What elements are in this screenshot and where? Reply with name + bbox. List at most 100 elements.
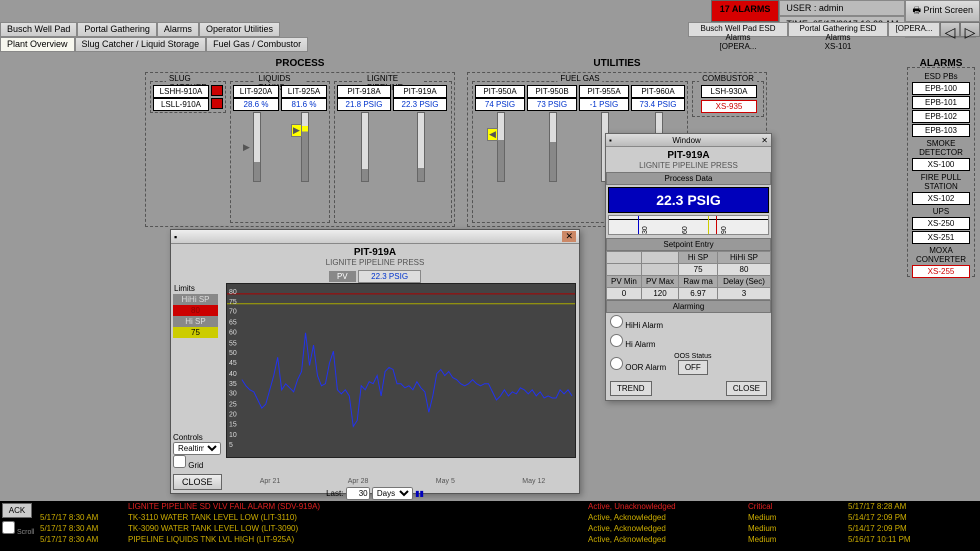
fuel-gas-label: FUEL GAS [557,74,602,83]
alarm-xs-255[interactable]: XS-255 [912,265,970,278]
tab-fuel-gas[interactable]: Fuel Gas / Combustor [206,37,308,52]
hihi-sp-input[interactable]: 80 [718,264,771,276]
svg-text:65: 65 [229,320,237,327]
ups-label: UPS [908,206,974,217]
chart-close-button[interactable]: CLOSE [173,474,222,490]
alarm-xs-100[interactable]: XS-100 [912,158,970,171]
tab-busch-well-pad[interactable]: Busch Well Pad [0,22,77,37]
hi-sp-label: Hi SP [173,316,218,327]
alarm-log-row[interactable]: 5/17/17 8:30 AMTK-3110 WATER TANK LEVEL … [0,512,980,523]
svg-text:20: 20 [229,411,237,418]
oos-toggle[interactable]: OFF [678,360,708,375]
tab-plant-overview[interactable]: Plant Overview [0,37,75,52]
svg-text:10: 10 [229,432,237,439]
process-title: PROCESS [145,56,455,71]
pit-close-button[interactable]: CLOSE [726,381,767,396]
hihi-sp-val[interactable]: 80 [173,305,218,316]
esd-tab-opera[interactable]: [OPERA... [888,22,940,37]
limits-label: Limits [173,283,218,294]
scroll-checkbox[interactable]: Scroll [2,521,34,536]
tag-pit-955a[interactable]: PIT-955A [579,85,629,98]
print-label: Print Screen [923,5,973,15]
tag-pit-950a[interactable]: PIT-950A [475,85,525,98]
nav-prev-button[interactable]: ◁ [940,22,960,37]
window-label: Window [672,136,700,145]
alarm-epb-103[interactable]: EPB-103 [912,124,970,137]
svg-text:25: 25 [229,402,237,409]
val-pit-960a: 73.4 PSIG [631,98,685,111]
alarm-epb-100[interactable]: EPB-100 [912,82,970,95]
oor-alarm-radio[interactable]: OOR Alarm [610,357,666,372]
pv-min-input[interactable]: 0 [607,288,642,300]
last-value-input[interactable] [346,487,370,500]
pv-value: 22.3 PSIG [358,270,421,283]
close-icon[interactable]: ✕ [562,231,576,242]
panel-close-icon[interactable]: ✕ [761,136,768,145]
val-pit-918a: 21.8 PSIG [337,98,391,111]
tag-pit-950b[interactable]: PIT-950B [527,85,577,98]
alarm-xs-251[interactable]: XS-251 [912,231,970,244]
hihi-alarm-radio[interactable]: HiHi Alarm [610,321,663,330]
hihi-sp-label: HiHi SP [173,294,218,305]
tag-lit-925a[interactable]: LIT-925A [281,85,327,98]
svg-text:35: 35 [229,381,237,388]
ack-button[interactable]: ACK [2,503,32,518]
tag-lsll-910a[interactable]: LSLL-910A [153,98,209,111]
alarm-count-button[interactable]: 17 ALARMS [711,0,780,22]
tag-lshh-910a[interactable]: LSHH-910A [153,85,209,98]
svg-text:80: 80 [229,289,237,296]
valve-icon-3: ◀ [487,128,498,141]
pit-faceplate: ▪ Window ✕ PIT-919A LIGNITE PIPELINE PRE… [605,133,772,401]
pit-subtitle: LIGNITE PIPELINE PRESS [606,161,771,172]
tab-alarms[interactable]: Alarms [157,22,199,37]
alarm-log-row[interactable]: 5/17/17 8:30 AMTK-3090 WATER TANK LEVEL … [0,523,980,534]
pit-value: 22.3 PSIG [608,187,769,213]
svg-text:50: 50 [229,350,237,357]
grid-checkbox[interactable]: Grid [173,461,203,470]
tag-lsh-930a[interactable]: LSH-930A [701,85,757,98]
pv-max-input[interactable]: 120 [641,288,678,300]
tag-lit-920a[interactable]: LIT-920A [233,85,279,98]
tag-pit-919a[interactable]: PIT-919A [393,85,447,98]
smoke-det-label: SMOKE DETECTOR [908,138,974,158]
last-unit-select[interactable]: Days [372,487,413,500]
esd-tab-portal[interactable]: Portal Gathering ESD AlarmsXS-101 [788,22,888,37]
x-tick: Apr 21 [260,478,281,485]
tag-pit-960a[interactable]: PIT-960A [631,85,685,98]
pause-icon[interactable]: ▮▮ [415,489,424,498]
svg-text:60: 60 [229,329,237,336]
val-pit-919a: 22.3 PSIG [393,98,447,111]
hi-sp-input[interactable]: 75 [679,264,718,276]
chart-plot[interactable]: 807570 656055 504540 353025 201510 5 [226,283,576,458]
val-pit-950b: 73 PSIG [527,98,577,111]
nav-next-button[interactable]: ▷ [960,22,980,37]
hi-alarm-radio[interactable]: Hi Alarm [610,340,655,349]
alarm-epb-101[interactable]: EPB-101 [912,96,970,109]
alarm-log-row[interactable]: 5/17/17 8:30 AMPIPELINE LIQUIDS TNK LVL … [0,534,980,545]
print-screen-button[interactable]: 🖶 Print Screen [905,0,980,22]
chart-subtitle: LIGNITE PIPELINE PRESS [171,258,579,269]
pv-label: PV [329,271,356,282]
trend-button[interactable]: TREND [610,381,652,396]
realtime-select[interactable]: Realtime [173,442,221,455]
svg-text:5: 5 [229,442,233,449]
svg-text:70: 70 [229,309,237,316]
tab-portal-gathering[interactable]: Portal Gathering [77,22,157,37]
flag-lshh-910a [211,85,223,96]
tab-slug-catcher[interactable]: Slug Catcher / Liquid Storage [75,37,207,52]
user-label: USER : admin [779,0,905,16]
pit-scale: 0 30 60 90 120 [608,215,769,235]
tag-xs-935[interactable]: XS-935 [701,100,757,113]
tab-operator-utilities[interactable]: Operator Utilities [199,22,280,37]
hi-sp-val[interactable]: 75 [173,327,218,338]
delay-input[interactable]: 3 [718,288,771,300]
alarm-epb-102[interactable]: EPB-102 [912,110,970,123]
flag-lsll-910a [211,98,223,109]
esd-tab-busch[interactable]: Busch Well Pad ESD Alarms[OPERA... [688,22,788,37]
val-lit-920a: 28.6 % [233,98,279,111]
val-lit-925a: 81.6 % [281,98,327,111]
tag-pit-918a[interactable]: PIT-918A [337,85,391,98]
alarm-xs-102[interactable]: XS-102 [912,192,970,205]
alarm-xs-250[interactable]: XS-250 [912,217,970,230]
alarm-log-row[interactable]: LIGNITE PIPELINE SD VLV FAIL ALARM (SDV-… [0,501,980,512]
